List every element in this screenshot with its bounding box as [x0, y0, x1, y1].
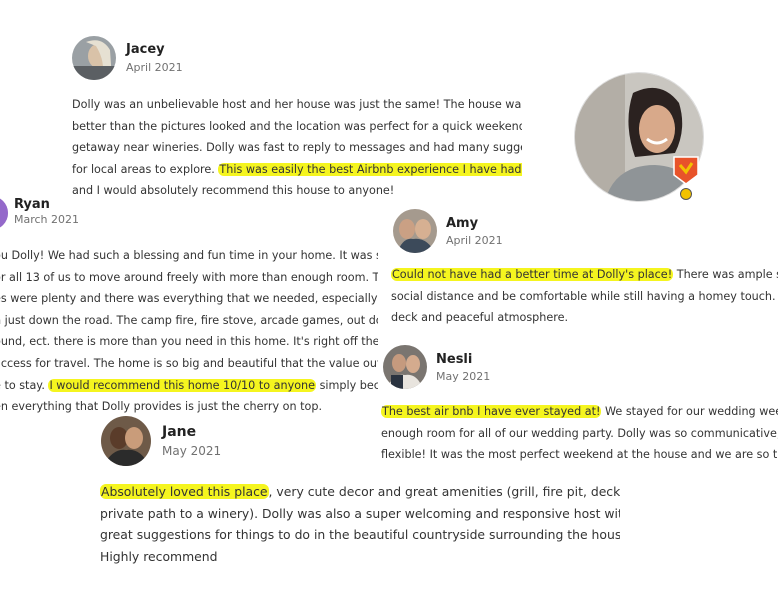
review-line: n just down the road. The camp fire, fir…: [0, 310, 378, 332]
review-line: Dolly was an unbelievable host and her h…: [72, 94, 522, 116]
superhost-badge-icon: [672, 155, 700, 185]
reviewer-name[interactable]: Amy: [446, 216, 478, 231]
review-line: better than the pictures looked and the …: [72, 116, 522, 138]
review-line: or all 13 of us to move around freely wi…: [0, 267, 378, 289]
review-line: Could not have had a better time at Doll…: [391, 265, 778, 287]
review-line: Highly recommend: [100, 546, 620, 568]
review-line: enough room for all of our wedding party…: [381, 423, 778, 445]
review-line: and I would absolutely recommend this ho…: [72, 180, 522, 202]
avatar-amy[interactable]: [393, 209, 437, 253]
review-text-segment: better than the pictures looked and the …: [72, 119, 522, 133]
review-line: private path to a winery). Dolly was als…: [100, 503, 620, 525]
review-text: Could not have had a better time at Doll…: [391, 265, 778, 330]
review-text-segment: n just down the road. The camp fire, fir…: [0, 313, 378, 327]
review-text-segment: great suggestions for things to do in th…: [100, 527, 620, 543]
review-text-segment: social distance and be comfortable while…: [391, 289, 778, 303]
reviewer-name[interactable]: Jane: [162, 424, 196, 440]
review-text: The best air bnb I have ever stayed at! …: [381, 401, 778, 466]
reviewer-name[interactable]: Jacey: [126, 42, 165, 57]
review-date: May 2021: [162, 444, 222, 458]
avatar-jane[interactable]: [101, 416, 151, 466]
review-text-segment: for local areas to explore.: [72, 162, 219, 176]
review-line: access for travel. The home is so big an…: [0, 353, 378, 375]
highlighted-quote: Could not have had a better time at Doll…: [391, 268, 674, 281]
review-line: getaway near wineries. Dolly was fast to…: [72, 137, 522, 159]
review-text-segment: Highly recommend: [100, 548, 218, 564]
review-text: ou Dolly! We had such a blessing and fun…: [0, 245, 378, 418]
avatar-ryan[interactable]: [0, 196, 8, 230]
review-line: for local areas to explore. This was eas…: [72, 159, 522, 181]
avatar-nesli[interactable]: [383, 345, 427, 389]
review-line: Absolutely loved this place, very cute d…: [100, 481, 620, 503]
review-text: Absolutely loved this place, very cute d…: [100, 481, 620, 567]
review-date: May 2021: [436, 370, 491, 383]
review-text-segment: We stayed for our wedding weekend an: [605, 405, 778, 418]
review-line: e to stay. I would recommend this home 1…: [0, 375, 378, 397]
review-line: en everything that Dolly provides is jus…: [0, 396, 378, 418]
review-text-segment: e to stay.: [0, 378, 45, 392]
review-text-segment: or all 13 of us to move around freely wi…: [0, 270, 378, 284]
review-text-segment: and I would absolutely recommend this ho…: [72, 184, 395, 198]
review-text-segment: flexible! It was the most perfect weeken…: [381, 448, 778, 462]
review-date: April 2021: [126, 61, 183, 74]
review-line: es were plenty and there was everything …: [0, 288, 378, 310]
review-text-segment: Dolly was an unbelievable host and her h…: [72, 98, 522, 111]
reviewer-name[interactable]: Nesli: [436, 352, 472, 367]
review-text-segment: es were plenty and there was everything …: [0, 292, 378, 306]
review-text-segment: simply because of: [319, 378, 378, 392]
review-text-segment: enough room for all of our wedding party…: [381, 426, 778, 440]
review-text-segment: deck and peaceful atmosphere.: [391, 311, 569, 325]
highlighted-quote: I would recommend this home 10/10 to any…: [48, 378, 317, 392]
review-text-segment: en everything that Dolly provides is jus…: [0, 400, 323, 414]
review-text-segment: ou Dolly! We had such a blessing and fun…: [0, 249, 378, 262]
review-line: deck and peaceful atmosphere.: [391, 308, 778, 330]
highlighted-quote: Absolutely loved this place: [100, 484, 269, 499]
review-line: ou Dolly! We had such a blessing and fun…: [0, 245, 378, 267]
review-date: March 2021: [14, 213, 80, 226]
review-text: Dolly was an unbelievable host and her h…: [72, 94, 522, 202]
highlighted-quote: This was easily the best Airbnb experien…: [218, 162, 522, 176]
review-line: great suggestions for things to do in th…: [100, 524, 620, 546]
review-date: April 2021: [446, 234, 503, 247]
review-text-segment: access for travel. The home is so big an…: [0, 356, 378, 370]
review-text-segment: There was ample space to p: [676, 268, 778, 281]
review-text-segment: ound, ect. there is more than you need i…: [0, 335, 378, 349]
avatar-jacey[interactable]: [72, 36, 116, 80]
review-line: flexible! It was the most perfect weeken…: [381, 444, 778, 466]
highlighted-quote: The best air bnb I have ever stayed at!: [381, 405, 602, 418]
review-text-segment: , very cute decor and great amenities (g…: [268, 484, 620, 499]
review-text-segment: getaway near wineries. Dolly was fast to…: [72, 141, 522, 155]
review-line: ound, ect. there is more than you need i…: [0, 331, 378, 353]
review-text-segment: private path to a winery). Dolly was als…: [100, 505, 620, 521]
badge-dot-icon: [680, 188, 692, 200]
review-line: social distance and be comfortable while…: [391, 287, 778, 309]
reviewer-name[interactable]: Ryan: [14, 197, 50, 212]
review-line: The best air bnb I have ever stayed at! …: [381, 401, 778, 423]
